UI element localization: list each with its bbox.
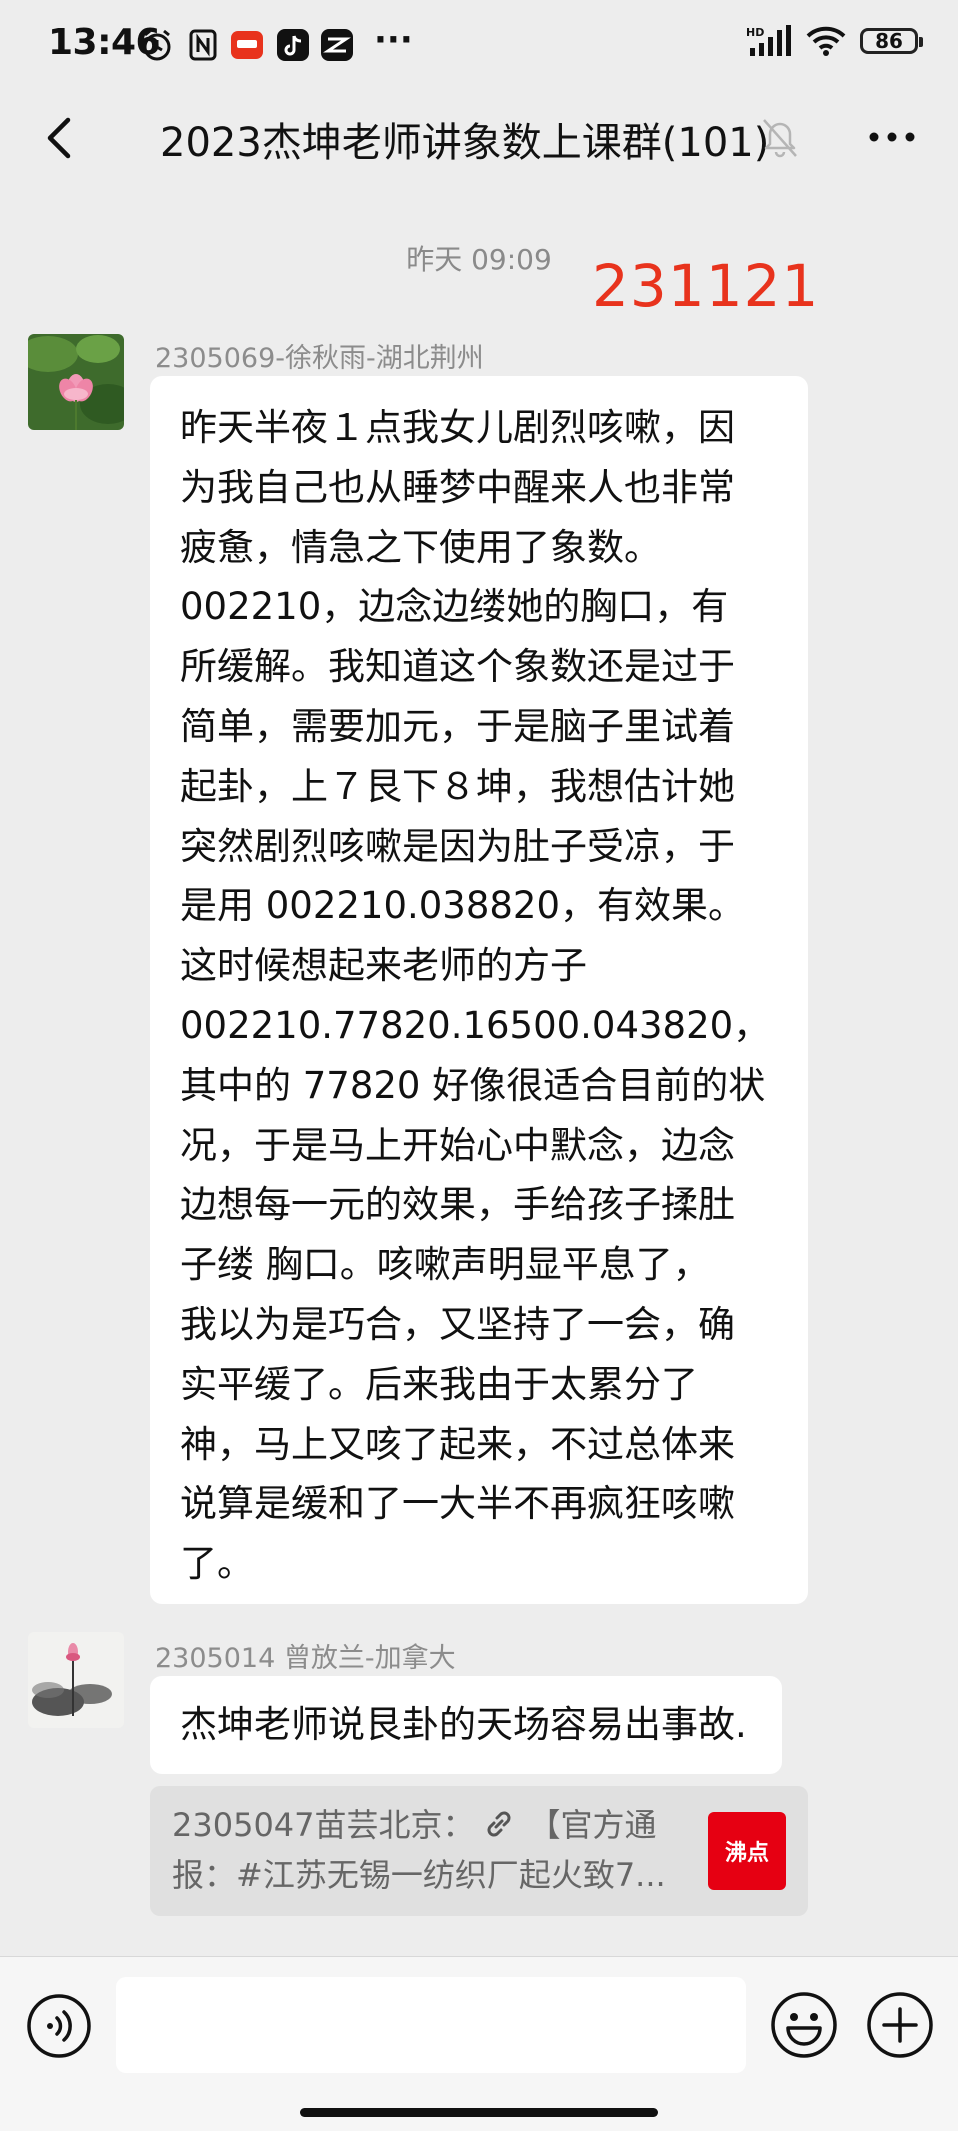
message-text: 杰坤老师说艮卦的天场容易出事故.	[180, 1703, 747, 1746]
battery-indicator: 86	[860, 28, 923, 54]
news-thumbnail: 沸点	[708, 1812, 786, 1890]
avatar-ink-lotus[interactable]	[28, 1632, 124, 1728]
thumbnail-label: 沸点	[724, 1841, 769, 1866]
voice-icon[interactable]	[26, 1993, 92, 2059]
red-date-code: 231121	[592, 252, 820, 320]
message-text: 昨天半夜１点我女儿剧烈咳嗽，因 为我自己也从睡梦中醒来人也非常 疲惫，情急之下使用了…	[180, 406, 771, 1586]
message-bubble[interactable]: 杰坤老师说艮卦的天场容易出事故.	[150, 1676, 782, 1774]
more-dots-icon[interactable]	[862, 112, 922, 162]
emoji-icon[interactable]	[770, 1991, 838, 2059]
nfc-icon	[189, 29, 217, 61]
plus-icon[interactable]	[866, 1991, 934, 2059]
chat-title: 2023杰坤老师讲象数上课群(101)	[160, 120, 770, 166]
bell-off-icon	[763, 119, 797, 158]
link-icon	[487, 1811, 511, 1837]
status-bar: 13:46 ··· HD 86	[0, 0, 958, 92]
quoted-link-message[interactable]: 2305047苗芸北京： 【官方通 报：#江苏无锡一纺织厂起火致7... 沸点	[150, 1786, 808, 1916]
message-input[interactable]	[116, 1977, 746, 2073]
avatar-lotus-pink[interactable]	[28, 334, 124, 430]
news-app-icon	[231, 31, 263, 59]
back-chevron-icon[interactable]	[30, 108, 90, 168]
capcut-icon	[321, 29, 353, 61]
network-type-label: HD	[746, 26, 764, 39]
home-indicator[interactable]	[300, 2108, 658, 2117]
alarm-icon	[143, 29, 171, 61]
chat-header: 2023杰坤老师讲象数上课群(101)	[0, 92, 958, 188]
status-right: HD 86	[746, 24, 923, 58]
message-bubble[interactable]: 昨天半夜１点我女儿剧烈咳嗽，因 为我自己也从睡梦中醒来人也非常 疲惫，情急之下使用了…	[150, 376, 808, 1604]
signal-icon: HD	[746, 25, 791, 56]
sender-name: 2305069-徐秋雨-湖北荆州	[155, 343, 484, 374]
tiktok-icon	[277, 29, 309, 61]
input-bar	[0, 1956, 958, 2131]
more-notifications-icon: ···	[374, 20, 413, 60]
sender-name: 2305014 曾放兰-加拿大	[155, 1643, 456, 1674]
quote-text: 2305047苗芸北京： 【官方通 报：#江苏无锡一纺织厂起火致7...	[172, 1806, 666, 1894]
wifi-icon	[806, 26, 846, 56]
